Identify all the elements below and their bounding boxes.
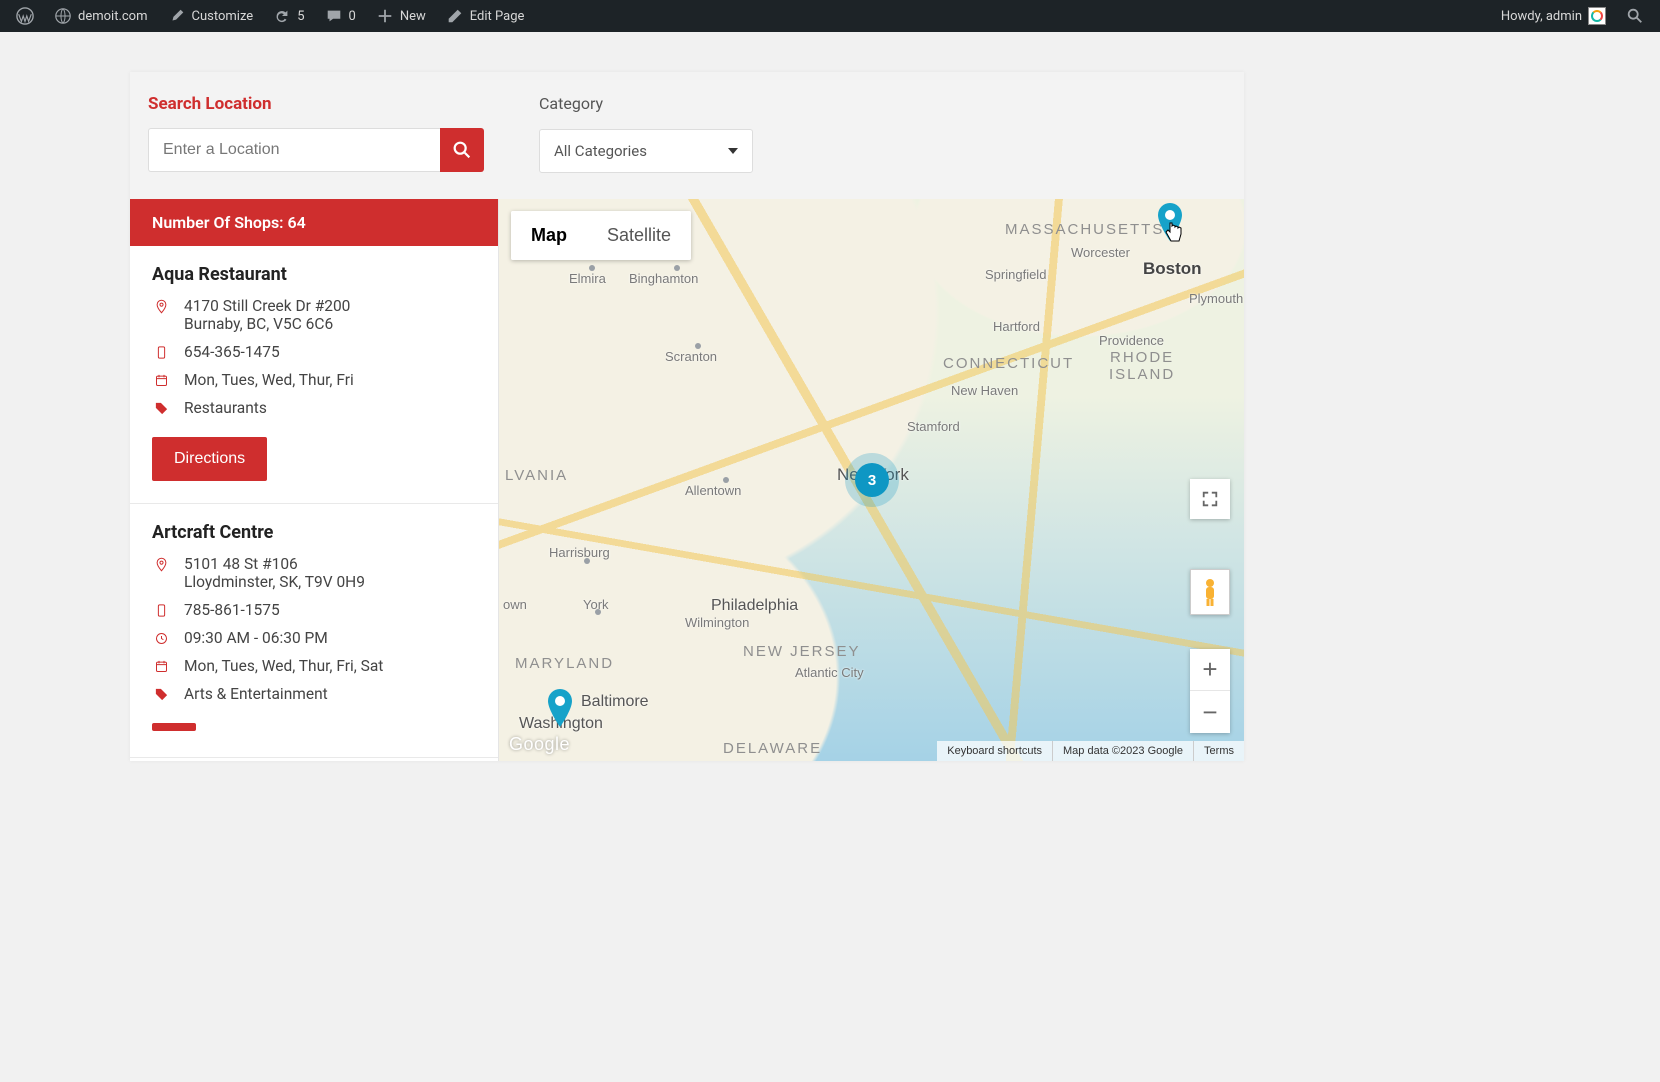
tag-icon (152, 399, 170, 416)
avatar-icon (1588, 7, 1606, 25)
category-title: Category (539, 94, 753, 113)
map-state-label: LVANIA (505, 467, 568, 484)
map-state-label: MASSACHUSETTS (1005, 221, 1164, 238)
search-strip: Search Location Category All Categories (130, 72, 1244, 199)
map-city-label: Elmira (569, 271, 606, 286)
brush-icon (168, 7, 186, 25)
edit-page-link[interactable]: Edit Page (436, 0, 535, 32)
map-city-label: Harrisburg (549, 545, 610, 560)
wordpress-icon (16, 7, 34, 25)
map-city-label: Plymouth (1189, 291, 1243, 306)
location-input[interactable] (148, 128, 440, 172)
plus-icon (376, 7, 394, 25)
wp-logo[interactable] (6, 0, 44, 32)
map-attribution[interactable]: Map data ©2023 Google (1052, 741, 1193, 761)
map-city-label: New Haven (951, 383, 1018, 398)
clock-icon (152, 629, 170, 646)
phone-icon (152, 601, 170, 618)
search-location-title: Search Location (148, 94, 484, 114)
tag-icon (152, 685, 170, 702)
map-zoom-control: + − (1190, 649, 1230, 733)
search-button[interactable] (440, 128, 484, 172)
search-icon (451, 139, 473, 161)
map-keyboard-shortcuts[interactable]: Keyboard shortcuts (937, 741, 1052, 761)
calendar-icon (152, 371, 170, 388)
map-state-label: NEW JERSEY (743, 643, 861, 660)
map-city-label: Providence (1099, 333, 1164, 348)
map-city-label: Atlantic City (795, 665, 864, 680)
map-city-label: own (503, 597, 527, 612)
home-icon (54, 7, 72, 25)
map-state-label: MARYLAND (515, 655, 614, 672)
map-city-label: Philadelphia (711, 597, 798, 615)
map-city-label: Scranton (665, 349, 717, 364)
results-sidebar: Number Of Shops: 64 Aqua Restaurant 4170… (130, 199, 499, 761)
map-city-label: Springfield (985, 267, 1046, 282)
cursor-icon (1163, 221, 1183, 243)
results-scroll[interactable]: Number Of Shops: 64 Aqua Restaurant 4170… (130, 199, 499, 761)
map-city-label: Binghamton (629, 271, 698, 286)
calendar-icon (152, 657, 170, 674)
phone-icon (152, 343, 170, 360)
results-count-bar: Number Of Shops: 64 (130, 199, 498, 246)
shop-name[interactable]: Artcraft Centre (152, 522, 476, 543)
map-cluster-marker[interactable]: 3 (855, 463, 889, 497)
map-fullscreen-button[interactable] (1190, 479, 1230, 519)
map-type-satellite[interactable]: Satellite (587, 211, 691, 260)
category-select[interactable]: All Categories (539, 129, 753, 173)
map-city-label: Allentown (685, 483, 741, 498)
shop-item: Artcraft Centre 5101 48 St #106Lloydmins… (130, 504, 498, 758)
chevron-down-icon (728, 148, 738, 154)
new-link[interactable]: New (366, 0, 436, 32)
pin-icon (152, 555, 170, 572)
comments-link[interactable]: 0 (315, 0, 366, 32)
pencil-icon (446, 7, 464, 25)
shop-name[interactable]: Aqua Restaurant (152, 264, 476, 285)
category-selected: All Categories (554, 142, 647, 160)
map-type-control: Map Satellite (511, 211, 691, 260)
map-state-label: DELAWARE (723, 740, 822, 757)
map-city-label: Baltimore (581, 693, 649, 711)
map-streetview-pegman[interactable] (1190, 569, 1230, 615)
google-logo: Google (509, 734, 570, 755)
map-city-label: Boston (1143, 259, 1202, 279)
map-city-label: Wilmington (685, 615, 749, 630)
customize-link[interactable]: Customize (158, 0, 264, 32)
updates-link[interactable]: 5 (263, 0, 314, 32)
shop-item: Aqua Restaurant 4170 Still Creek Dr #200… (130, 246, 498, 504)
search-icon (1626, 7, 1644, 25)
comment-icon (325, 7, 343, 25)
map-canvas[interactable]: LVANIA NEW JERSEY DELAWARE MARYLAND CONN… (499, 199, 1244, 761)
account-link[interactable]: Howdy, admin (1491, 0, 1616, 32)
map-city-label: Hartford (993, 319, 1040, 334)
map-type-map[interactable]: Map (511, 211, 587, 260)
map-state-label: RHODE ISLAND (1109, 349, 1175, 383)
refresh-icon (273, 7, 291, 25)
search-location-group: Search Location (148, 94, 484, 172)
directions-button[interactable]: Directions (152, 437, 267, 481)
map-city-label: Stamford (907, 419, 960, 434)
map-zoom-out[interactable]: − (1190, 691, 1230, 733)
map-terms[interactable]: Terms (1193, 741, 1244, 761)
map-footer: Keyboard shortcuts Map data ©2023 Google… (937, 741, 1244, 761)
site-link[interactable]: demoit.com (44, 0, 158, 32)
wp-admin-bar: demoit.com Customize 5 0 New (0, 0, 1660, 32)
map-state-label: CONNECTICUT (943, 355, 1074, 372)
directions-button[interactable] (152, 723, 196, 731)
pin-icon (152, 297, 170, 314)
category-group: Category All Categories (539, 94, 753, 173)
map-city-label: Worcester (1071, 245, 1130, 260)
store-locator-card: Search Location Category All Categories (130, 72, 1244, 761)
admin-search[interactable] (1616, 0, 1654, 32)
map-zoom-in[interactable]: + (1190, 649, 1230, 691)
site-name: demoit.com (78, 9, 148, 24)
map-pin[interactable] (547, 689, 573, 727)
